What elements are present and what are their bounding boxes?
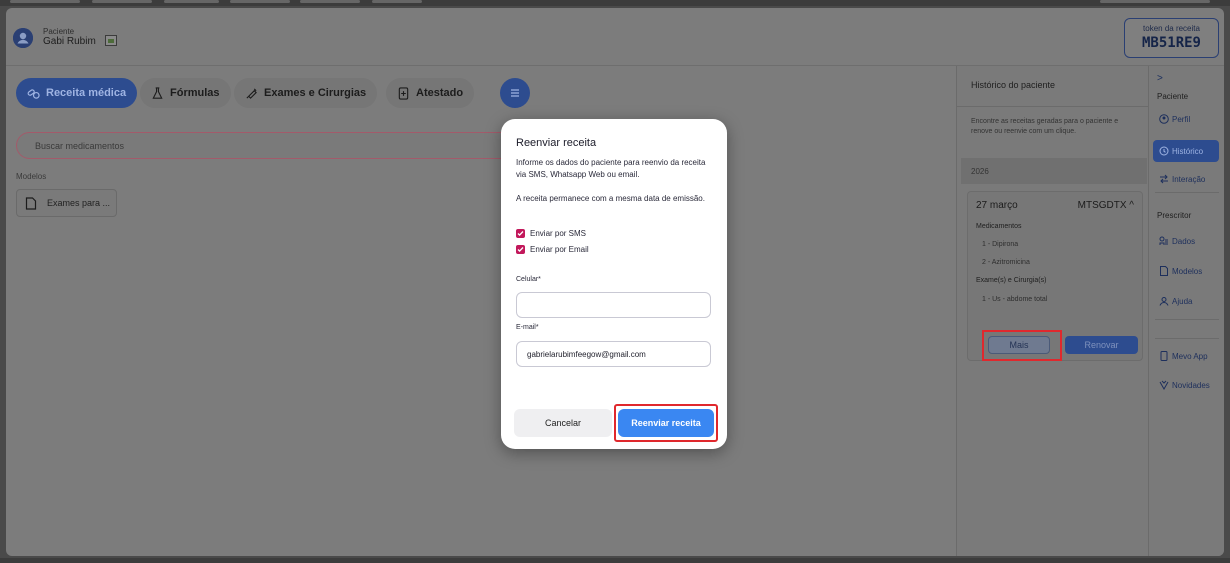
- sidebar-item-ajuda[interactable]: Ajuda: [1159, 296, 1192, 306]
- user-circle-icon: [1159, 114, 1169, 124]
- patient-name: Gabi Rubim: [43, 36, 96, 47]
- patient-header: Paciente Gabi Rubim token da receita MB5…: [6, 8, 1224, 66]
- modal-description: Informe os dados do paciente para reenvi…: [516, 158, 706, 179]
- sidebar-item-label: Histórico: [1172, 146, 1204, 156]
- broken-image-icon: [105, 35, 117, 46]
- tab-atestado[interactable]: Atestado: [386, 78, 475, 108]
- sidebar-item-historico[interactable]: Histórico: [1153, 140, 1219, 162]
- medication-item: 2 - Azitromicina: [982, 259, 1030, 266]
- divider: [1155, 338, 1219, 339]
- phone-field[interactable]: [516, 292, 711, 318]
- syringe-icon: [246, 87, 257, 99]
- menu-icon: [511, 89, 519, 97]
- data-icon: [1159, 236, 1168, 245]
- checkmark-icon: [516, 245, 525, 254]
- medication-search[interactable]: [16, 132, 516, 159]
- history-title: Histórico do paciente: [971, 80, 1056, 90]
- highlight-more: [982, 330, 1062, 361]
- renew-button[interactable]: Renovar: [1065, 336, 1138, 354]
- resend-prescription-modal: Reenviar receita Informe os dados do pac…: [501, 119, 727, 449]
- tab-label: Fórmulas: [170, 87, 220, 99]
- prescription-token[interactable]: token da receita MB51RE9: [1124, 18, 1219, 58]
- tab-formulas[interactable]: Fórmulas: [140, 78, 231, 108]
- gift-icon: [1159, 380, 1169, 390]
- cancel-button[interactable]: Cancelar: [514, 409, 612, 437]
- sidebar-item-label: Dados: [1172, 236, 1196, 246]
- exam-item: 1 - Us - abdome total: [982, 296, 1048, 303]
- arrows-icon: [1160, 174, 1168, 184]
- history-icon: [1159, 146, 1169, 156]
- flask-icon: [152, 86, 163, 99]
- group-paciente: Paciente: [1157, 92, 1189, 101]
- browser-top-strip: [0, 0, 1230, 6]
- sidebar-item-label: Interação: [1172, 174, 1206, 184]
- token-label: token da receita: [1143, 24, 1200, 33]
- file-icon: [25, 196, 37, 210]
- model-label: Exames para ...: [47, 198, 111, 208]
- prescription-date: 27 março: [976, 200, 1018, 211]
- phone-label: Celular*: [516, 276, 541, 283]
- checkbox-email[interactable]: Enviar por Email: [516, 245, 589, 254]
- help-icon: [1159, 297, 1169, 306]
- token-value: MB51RE9: [1141, 35, 1201, 51]
- sidebar-item-modelos[interactable]: Modelos: [1159, 266, 1202, 276]
- modal-title: Reenviar receita: [516, 137, 597, 149]
- modal-note: A receita permanece com a mesma data de …: [516, 194, 705, 203]
- checkbox-label: Enviar por Email: [530, 245, 589, 254]
- tab-label: Atestado: [416, 87, 464, 99]
- menu-button[interactable]: [500, 78, 530, 108]
- sidebar-item-novidades[interactable]: Novidades: [1159, 380, 1210, 390]
- sidebar-item-mevo-app[interactable]: Mevo App: [1159, 351, 1208, 361]
- patient-label: Paciente: [43, 27, 75, 36]
- history-description: Encontre as receitas geradas para o paci…: [971, 118, 1119, 135]
- highlight-resend: [614, 404, 718, 442]
- browser-bottom-strip: [0, 558, 1230, 563]
- checkbox-label: Enviar por SMS: [530, 229, 587, 238]
- prescription-code[interactable]: MTSGDTX ^: [1078, 200, 1134, 211]
- tab-receita-medica[interactable]: Receita médica: [16, 78, 138, 108]
- sidebar-item-dados[interactable]: Dados: [1159, 236, 1195, 246]
- divider: [1155, 319, 1219, 320]
- medication-item: 1 - Dipirona: [982, 241, 1019, 248]
- sidebar-item-label: Novidades: [1172, 380, 1210, 390]
- tab-label: Exames e Cirurgias: [264, 87, 367, 99]
- file-icon: [1160, 266, 1168, 276]
- phone-icon: [1160, 351, 1168, 361]
- group-prescritor: Prescritor: [1157, 211, 1192, 220]
- exams-label: Exame(s) e Cirurgia(s): [976, 277, 1047, 284]
- sidebar-item-label: Modelos: [1172, 266, 1203, 276]
- patient-avatar-icon[interactable]: [13, 28, 33, 48]
- document-plus-icon: [398, 86, 409, 100]
- checkmark-icon: [516, 229, 525, 238]
- search-input[interactable]: [17, 133, 515, 158]
- divider: [957, 106, 1149, 107]
- tab-exames-cirurgias[interactable]: Exames e Cirurgias: [234, 78, 378, 108]
- tab-label: Receita médica: [46, 87, 127, 99]
- right-sidebar: > Paciente Perfil Histórico Interação Pr…: [1148, 66, 1224, 556]
- history-year: 2026: [961, 158, 1147, 184]
- history-panel: Histórico do paciente Encontre as receit…: [956, 66, 1149, 556]
- checkbox-sms[interactable]: Enviar por SMS: [516, 229, 586, 238]
- pills-icon: [27, 88, 40, 99]
- sidebar-item-perfil[interactable]: Perfil: [1159, 114, 1190, 124]
- sidebar-item-label: Ajuda: [1172, 296, 1193, 306]
- model-card[interactable]: Exames para ...: [16, 189, 117, 217]
- medications-label: Medicamentos: [976, 223, 1022, 230]
- collapse-chevron-icon[interactable]: >: [1157, 73, 1163, 84]
- sidebar-item-interacao[interactable]: Interação: [1159, 174, 1205, 184]
- divider: [1155, 192, 1219, 193]
- email-field[interactable]: [516, 341, 711, 367]
- sidebar-item-label: Perfil: [1172, 114, 1191, 124]
- email-label: E-mail*: [516, 324, 539, 331]
- models-label: Modelos: [16, 172, 47, 181]
- sidebar-item-label: Mevo App: [1172, 351, 1208, 361]
- history-card[interactable]: 27 março MTSGDTX ^ Medicamentos 1 - Dipi…: [967, 191, 1143, 361]
